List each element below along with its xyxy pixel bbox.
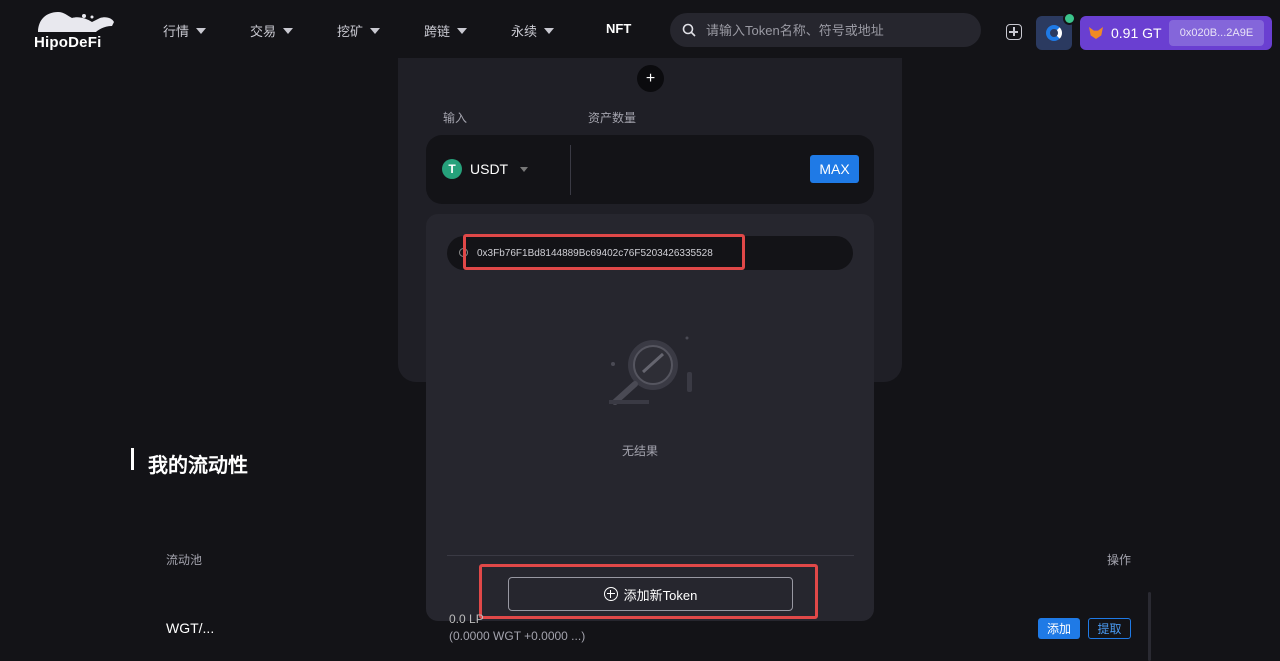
nav-mining-label: 挖矿 [337, 24, 364, 39]
caret-down-icon [520, 166, 529, 172]
nav-market-label: 行情 [163, 24, 190, 39]
add-app-icon[interactable] [1006, 24, 1022, 40]
nav-trade-label: 交易 [250, 24, 277, 39]
token-input-row: T USDT MAX [426, 135, 874, 204]
network-switch-button[interactable] [1036, 12, 1076, 50]
wallet-balance: 0.91 GT [1111, 25, 1162, 41]
nav-bridge-label: 跨链 [424, 24, 451, 39]
logo-text: HipoDeFi [34, 34, 102, 51]
global-search-input[interactable] [706, 22, 966, 38]
token-selector-panel: 0x3Fb76F1Bd8144889Bc69402c76F52034263355… [426, 214, 874, 621]
column-header-pool: 流动池 [166, 553, 203, 567]
token-symbol: USDT [470, 161, 509, 177]
plus-icon[interactable]: + [637, 65, 664, 92]
caret-down-icon [457, 27, 468, 34]
wallet-button[interactable]: 0.91 GT 0x020B...2A9E [1080, 16, 1272, 50]
section-marker [131, 448, 134, 470]
token-selector[interactable]: T USDT [442, 159, 529, 179]
caret-down-icon [544, 27, 555, 34]
highlight-box-add-token [479, 564, 818, 619]
status-dot-icon [1063, 12, 1076, 25]
hipodefi-logo[interactable]: HipoDeFi [34, 8, 116, 52]
scrollbar[interactable] [1148, 592, 1151, 661]
highlight-box-search [463, 234, 745, 270]
nav-perpetual[interactable]: 永续 [511, 21, 555, 40]
divider [447, 555, 854, 556]
lp-amount: 0.0 LP [449, 612, 484, 626]
column-header-action: 操作 [1107, 553, 1132, 567]
caret-down-icon [370, 27, 381, 34]
section-title: 我的流动性 [148, 455, 248, 477]
hippo-logo-icon [38, 12, 114, 32]
no-result-magnifier-icon [609, 336, 692, 405]
lp-detail: (0.0000 WGT +0.0000 ...) [449, 629, 586, 643]
wallet-address[interactable]: 0x020B...2A9E [1169, 20, 1264, 46]
pool-name: WGT/... [166, 620, 215, 636]
input-label: 输入 [443, 111, 468, 125]
nav-mining[interactable]: 挖矿 [337, 21, 381, 40]
nav-market[interactable]: 行情 [163, 21, 207, 40]
search-icon [682, 23, 696, 37]
caret-down-icon [196, 27, 207, 34]
caret-down-icon [283, 27, 294, 34]
divider [570, 145, 571, 195]
add-liquidity-button[interactable]: 添加 [1038, 618, 1080, 639]
nav-perpetual-label: 永续 [511, 24, 538, 39]
network-logo-icon [1046, 25, 1062, 41]
nav-nft[interactable]: NFT [606, 21, 631, 36]
metamask-fox-icon [1089, 27, 1103, 39]
amount-label: 资产数量 [588, 111, 637, 125]
max-button[interactable]: MAX [810, 155, 859, 183]
top-bar: HipoDeFi 行情 交易 挖矿 跨链 永续 NFT 0.91 GT 0x02… [0, 0, 1280, 58]
nav-bridge[interactable]: 跨链 [424, 21, 468, 40]
usdt-token-icon: T [442, 159, 462, 179]
withdraw-liquidity-button[interactable]: 提取 [1088, 618, 1131, 639]
global-search[interactable] [670, 13, 981, 47]
nav-trade[interactable]: 交易 [250, 21, 294, 40]
